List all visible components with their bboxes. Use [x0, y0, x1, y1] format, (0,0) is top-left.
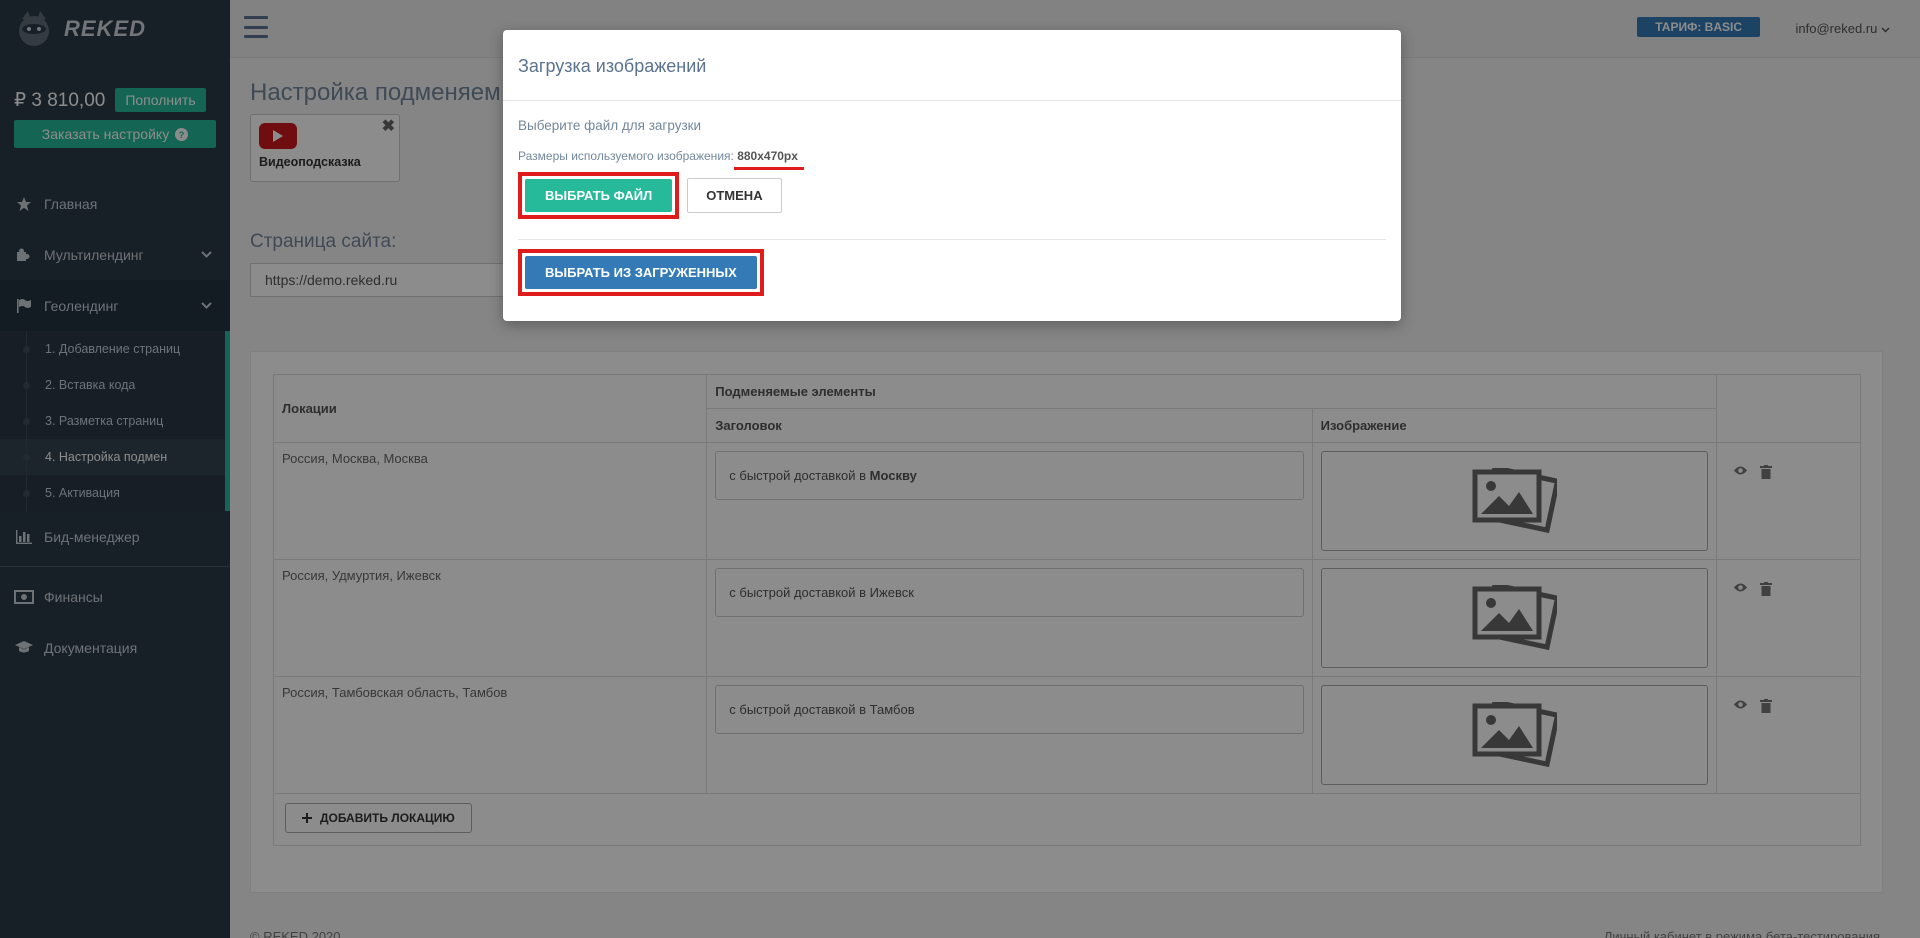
choose-uploaded-highlight: ВЫБРАТЬ ИЗ ЗАГРУЖЕННЫХ [518, 249, 764, 296]
choose-file-highlight: ВЫБРАТЬ ФАЙЛ [518, 172, 680, 219]
modal-body: Выберите файл для загрузки Размеры испол… [503, 101, 1401, 313]
image-size-value: 880x470px [737, 149, 798, 163]
choose-file-button[interactable]: ВЫБРАТЬ ФАЙЛ [525, 179, 673, 212]
modal-divider [518, 239, 1386, 240]
modal-title: Загрузка изображений [503, 30, 1401, 101]
image-upload-modal: Загрузка изображений Выберите файл для з… [503, 30, 1401, 321]
choose-from-uploaded-button[interactable]: ВЫБРАТЬ ИЗ ЗАГРУЖЕННЫХ [525, 256, 757, 289]
cancel-button[interactable]: ОТМЕНА [687, 178, 782, 213]
upload-hint: Выберите файл для загрузки [518, 118, 702, 133]
image-size-line: Размеры используемого изображения: 880x4… [518, 149, 1386, 163]
image-size-label: Размеры используемого изображения: [518, 149, 734, 163]
